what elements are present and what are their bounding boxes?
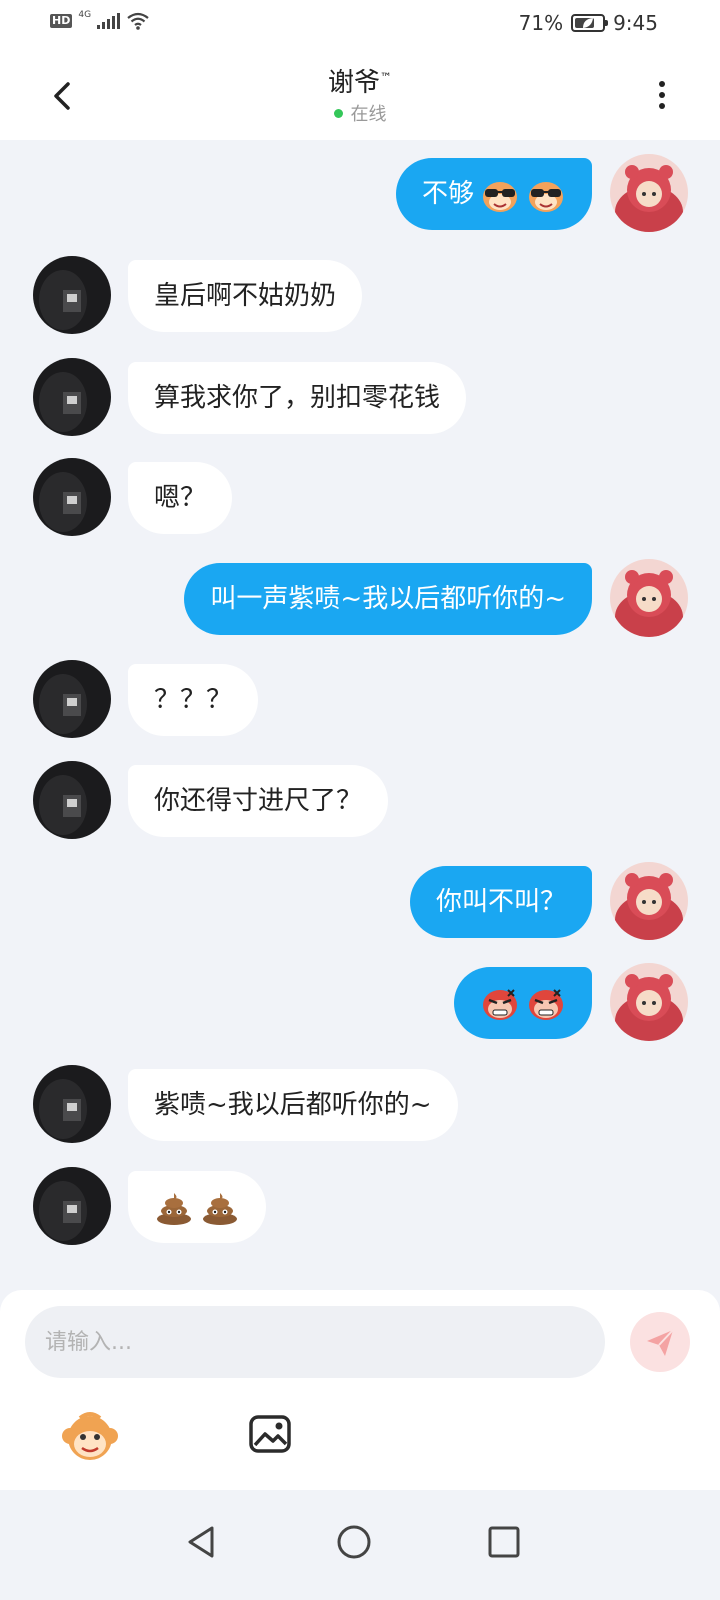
message-row: 你叫不叫？ xyxy=(0,862,720,942)
chat-title: 谢爷™ xyxy=(0,62,720,99)
message-bubble[interactable] xyxy=(128,1171,266,1243)
message-input[interactable] xyxy=(25,1306,605,1378)
nav-back-icon[interactable] xyxy=(180,1520,224,1564)
message-row xyxy=(0,1167,720,1247)
message-row: ？？？ xyxy=(0,660,720,740)
clock: 9:45 xyxy=(613,11,658,35)
contact-avatar[interactable] xyxy=(33,761,111,839)
send-button[interactable] xyxy=(630,1312,690,1372)
message-row: 皇后啊不姑奶奶 xyxy=(0,256,720,336)
wifi-icon xyxy=(127,12,149,30)
message-bubble[interactable]: 不够 xyxy=(395,158,592,230)
contact-avatar[interactable] xyxy=(33,660,111,738)
message-text: 叫一声紫啧~我以后都听你的~ xyxy=(210,584,566,614)
message-bubble[interactable]: 皇后啊不姑奶奶 xyxy=(128,260,363,332)
monkey-emoji-icon[interactable] xyxy=(60,1410,120,1466)
message-text: 不够 xyxy=(421,179,474,209)
message-row: 算我求你了，别扣零花钱 xyxy=(0,358,720,438)
contact-avatar[interactable] xyxy=(33,1167,111,1245)
glasses-monkey-emoji xyxy=(483,181,517,212)
message-text: 紫啧~我以后都听你的~ xyxy=(154,1090,432,1120)
trademark-mark: ™ xyxy=(380,70,392,85)
my-avatar[interactable] xyxy=(610,559,688,637)
message-bubble[interactable]: 算我求你了，别扣零花钱 xyxy=(128,362,467,434)
glasses-monkey-emoji xyxy=(529,181,563,212)
contact-avatar[interactable] xyxy=(33,1065,111,1143)
message-text: 你叫不叫？ xyxy=(435,887,566,917)
message-row: 嗯？ xyxy=(0,458,720,538)
nav-recents-icon[interactable] xyxy=(482,1520,526,1564)
contact-avatar[interactable] xyxy=(33,458,111,536)
nav-home-icon[interactable] xyxy=(332,1520,376,1564)
contact-name: 谢爷 xyxy=(327,68,380,98)
my-avatar[interactable] xyxy=(610,963,688,1041)
online-dot-icon xyxy=(333,109,343,118)
battery-percent: 71% xyxy=(518,11,564,35)
angry-face-emoji xyxy=(529,988,563,1020)
message-bubble[interactable]: 叫一声紫啧~我以后都听你的~ xyxy=(184,563,592,635)
status-right: 71% 9:45 xyxy=(519,11,658,35)
online-status: 在线 xyxy=(0,100,720,126)
angry-face-emoji xyxy=(483,988,517,1020)
more-vertical-icon[interactable] xyxy=(652,76,672,116)
message-bubble[interactable]: 你叫不叫？ xyxy=(409,866,592,938)
signal-icon xyxy=(97,13,121,29)
battery-icon xyxy=(571,14,609,32)
contact-avatar[interactable] xyxy=(33,256,111,334)
hd-badge: HD xyxy=(50,14,73,28)
message-row: 你还得寸进尺了？ xyxy=(0,761,720,841)
message-bubble[interactable]: 你还得寸进尺了？ xyxy=(128,765,389,837)
message-bubble[interactable]: 嗯？ xyxy=(128,462,233,534)
leaf-icon xyxy=(583,18,594,28)
contact-avatar[interactable] xyxy=(33,358,111,436)
poop-emoji xyxy=(157,1192,191,1225)
my-avatar[interactable] xyxy=(610,154,688,232)
poop-emoji xyxy=(203,1192,237,1225)
online-status-text: 在线 xyxy=(350,104,387,125)
status-bar: HD 4G 71% 9:45 xyxy=(0,0,720,48)
image-icon[interactable] xyxy=(246,1410,294,1458)
message-bubble[interactable]: ？？？ xyxy=(128,664,259,736)
message-list[interactable]: 不够 皇后啊不姑奶奶 算我求你了，别扣零花钱 嗯？ 叫一声紫啧~我以后都听你的~ xyxy=(0,140,720,1290)
chat-header: 谢爷™ 在线 xyxy=(0,48,720,140)
message-text: 你还得寸进尺了？ xyxy=(154,786,363,816)
system-nav-bar xyxy=(0,1490,720,1600)
message-text: 嗯？ xyxy=(154,483,207,513)
status-left: HD 4G xyxy=(50,10,150,30)
my-avatar[interactable] xyxy=(610,862,688,940)
message-text: 算我求你了，别扣零花钱 xyxy=(154,383,441,413)
message-text: 皇后啊不姑奶奶 xyxy=(154,281,337,311)
network-type: 4G xyxy=(78,10,92,20)
message-row: 叫一声紫啧~我以后都听你的~ xyxy=(0,559,720,639)
message-row xyxy=(0,963,720,1043)
message-row: 紫啧~我以后都听你的~ xyxy=(0,1065,720,1145)
message-bubble[interactable]: 紫啧~我以后都听你的~ xyxy=(128,1069,458,1141)
message-bubble[interactable] xyxy=(454,967,592,1039)
composer xyxy=(0,1290,720,1490)
send-icon xyxy=(647,1329,674,1356)
message-text: ？？？ xyxy=(154,685,233,715)
message-row: 不够 xyxy=(0,154,720,234)
